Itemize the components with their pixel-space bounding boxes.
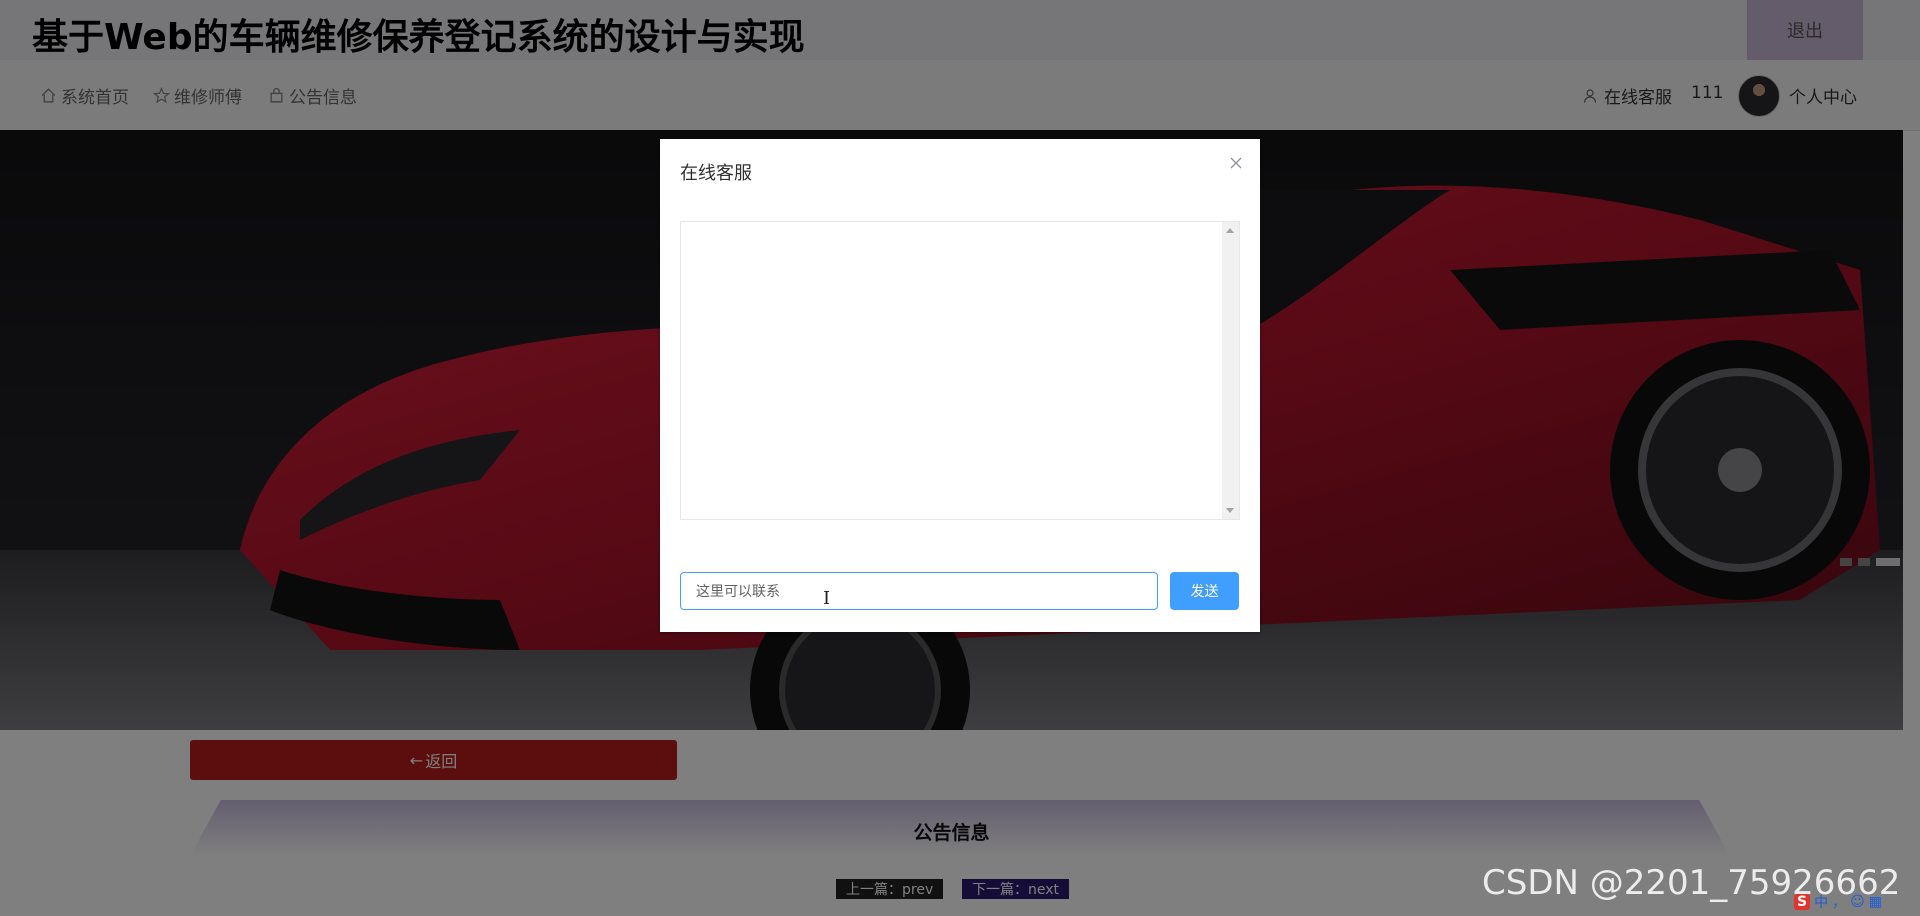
online-service-dialog: 在线客服 发送 — [660, 139, 1260, 632]
ime-toolbar[interactable]: S 中 ， ☺ ▦ — [1794, 892, 1882, 912]
message-input[interactable] — [680, 572, 1158, 610]
keyboard-icon[interactable]: ▦ — [1869, 894, 1882, 910]
ime-lang[interactable]: 中 — [1814, 892, 1828, 912]
chat-history[interactable] — [680, 221, 1240, 520]
scroll-up-icon[interactable] — [1226, 228, 1234, 233]
dialog-title: 在线客服 — [680, 163, 752, 184]
sogou-logo-icon: S — [1794, 894, 1811, 910]
scroll-down-icon[interactable] — [1226, 508, 1234, 513]
emoji-icon[interactable]: ☺ — [1850, 894, 1865, 910]
ime-punct[interactable]: ， — [1832, 892, 1846, 912]
send-button[interactable]: 发送 — [1170, 572, 1239, 610]
close-icon[interactable] — [1228, 155, 1244, 171]
text-cursor-icon: I — [823, 588, 831, 609]
chat-scrollbar[interactable] — [1222, 222, 1239, 519]
